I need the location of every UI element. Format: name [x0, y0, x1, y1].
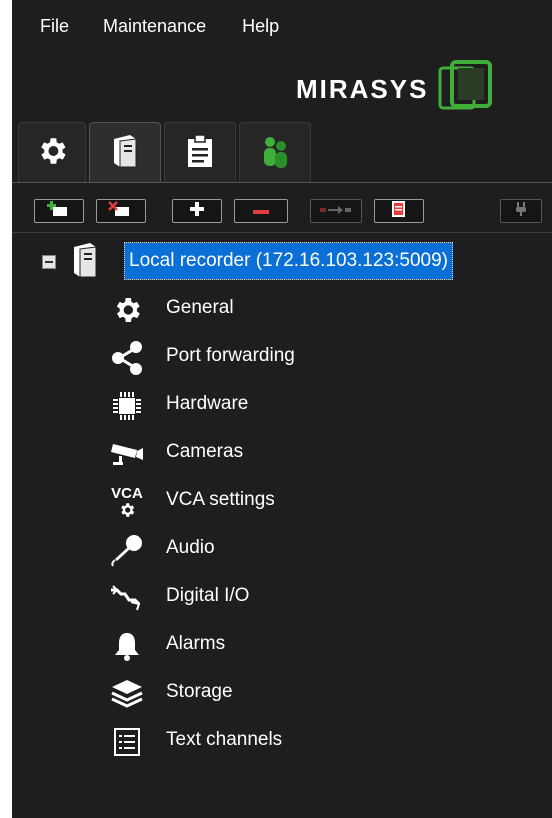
- gear-icon: [35, 134, 69, 173]
- remove-button[interactable]: [234, 199, 288, 223]
- tree-item-label: Storage: [166, 681, 233, 702]
- microphone-icon: [108, 533, 146, 567]
- share-icon: [108, 341, 146, 375]
- gear-icon: [108, 293, 146, 327]
- tree-item-label: Digital I/O: [166, 585, 250, 606]
- tree-item-label: Audio: [166, 537, 215, 558]
- menu-help[interactable]: Help: [242, 12, 279, 42]
- tree-item-label: Cameras: [166, 441, 244, 462]
- tree-item-hardware[interactable]: Hardware: [12, 381, 552, 429]
- clipboard-icon: [186, 133, 214, 173]
- brand-name: MIRASYS: [296, 74, 429, 104]
- document-button[interactable]: [374, 199, 424, 223]
- tree-item-audio[interactable]: Audio: [12, 525, 552, 573]
- connect-button[interactable]: [500, 199, 542, 223]
- vca-icon: VCA: [108, 485, 146, 519]
- tree-item-vca-settings[interactable]: VCA VCA settings: [12, 477, 552, 525]
- vca-icon-text: VCA: [111, 484, 143, 502]
- tabs-divider: [12, 182, 552, 183]
- plus-icon: [189, 201, 205, 222]
- chip-icon: [108, 389, 146, 423]
- tab-clipboard[interactable]: [164, 122, 236, 183]
- menu-bar: File Maintenance Help: [12, 12, 289, 42]
- brand: MIRASYS: [296, 58, 494, 121]
- server-icon: [70, 241, 100, 284]
- tree-item-label: Text channels: [166, 729, 283, 750]
- tab-recorders[interactable]: [89, 122, 161, 183]
- recorder-toolbar: [12, 193, 552, 227]
- tree-item-port-forwarding[interactable]: Port forwarding: [12, 333, 552, 381]
- tree-item-cameras[interactable]: Cameras: [12, 429, 552, 477]
- minus-icon: [252, 202, 270, 220]
- main-tabs: [18, 122, 314, 183]
- tree-item-storage[interactable]: Storage: [12, 669, 552, 717]
- digital-io-icon: [108, 581, 146, 615]
- remove-recorder-icon: [108, 200, 134, 222]
- move-icon: [319, 202, 353, 220]
- users-icon: [260, 134, 290, 173]
- tab-users[interactable]: [239, 122, 311, 183]
- plug-icon: [514, 201, 528, 222]
- menu-maintenance[interactable]: Maintenance: [103, 12, 206, 42]
- add-recorder-icon: [46, 200, 72, 222]
- bell-icon: [108, 629, 146, 663]
- list-icon: [108, 725, 146, 759]
- mirasys-logo-icon: [436, 58, 494, 121]
- tree-item-alarms[interactable]: Alarms: [12, 621, 552, 669]
- tree-item-digital-io[interactable]: Digital I/O: [12, 573, 552, 621]
- tree-root-row[interactable]: Local recorder (172.16.103.123:5009): [12, 236, 552, 284]
- tree-item-text-channels[interactable]: Text channels: [12, 717, 552, 765]
- tree-item-label: VCA settings: [166, 489, 275, 510]
- tab-settings[interactable]: [18, 122, 86, 183]
- collapse-toggle[interactable]: [42, 255, 56, 269]
- tree-item-label: Alarms: [166, 633, 226, 654]
- remove-recorder-button[interactable]: [96, 199, 146, 223]
- add-recorder-button[interactable]: [34, 199, 84, 223]
- tree-item-label: Port forwarding: [166, 345, 295, 366]
- window-left-edge: [0, 0, 12, 818]
- toolbar-divider: [12, 232, 552, 233]
- menu-file[interactable]: File: [40, 12, 69, 42]
- move-button[interactable]: [310, 199, 362, 223]
- add-button[interactable]: [172, 199, 222, 223]
- tree-item-label: General: [166, 297, 234, 318]
- camera-icon: [108, 437, 146, 471]
- server-icon: [110, 133, 140, 174]
- app-window: File Maintenance Help MIRASYS Local reco…: [12, 0, 552, 818]
- tree-root-label[interactable]: Local recorder (172.16.103.123:5009): [124, 242, 454, 280]
- layers-icon: [108, 677, 146, 711]
- tree-item-general[interactable]: General: [12, 285, 552, 333]
- tree-item-label: Hardware: [166, 393, 249, 414]
- document-red-icon: [390, 200, 408, 223]
